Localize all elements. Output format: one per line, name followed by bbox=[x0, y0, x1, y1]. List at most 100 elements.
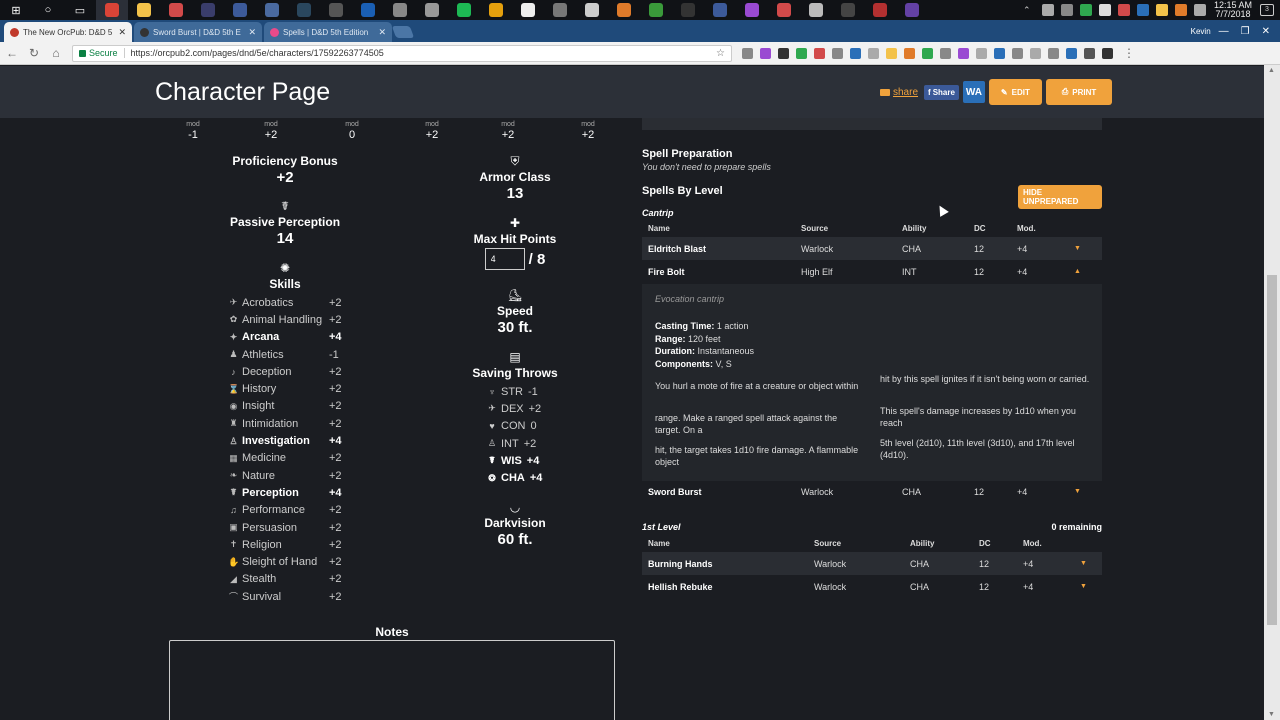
app-icon-19[interactable] bbox=[576, 0, 608, 20]
cortana-icon[interactable]: ○ bbox=[32, 0, 64, 20]
app-icon-11[interactable] bbox=[320, 0, 352, 20]
app-icon-26[interactable] bbox=[800, 0, 832, 20]
file-explorer-icon[interactable] bbox=[128, 0, 160, 20]
tray-chevron-icon[interactable]: ⌃ bbox=[1023, 4, 1035, 16]
tray-icon-8[interactable] bbox=[1175, 4, 1187, 16]
windows-start-icon[interactable]: ⊞ bbox=[0, 0, 32, 20]
app-icon-25[interactable] bbox=[768, 0, 800, 20]
overwatch-icon[interactable] bbox=[416, 0, 448, 20]
app-icon-13[interactable] bbox=[384, 0, 416, 20]
tab-close-icon[interactable]: ✕ bbox=[248, 27, 256, 38]
spell-row-fire-bolt[interactable]: Fire Bolt High Elf INT 12 +4 ▲ bbox=[642, 260, 1102, 283]
minimize-icon[interactable]: — bbox=[1219, 26, 1229, 37]
url-text[interactable]: https://orcpub2.com/pages/dnd/5e/charact… bbox=[131, 48, 711, 58]
extension-icon-4[interactable] bbox=[796, 47, 807, 59]
world-anvil-button[interactable]: WA bbox=[962, 81, 985, 103]
clock[interactable]: 12:15 AM 7/7/2018 bbox=[1213, 1, 1253, 19]
app-icon-6[interactable] bbox=[160, 0, 192, 20]
extension-icon-18[interactable] bbox=[1048, 47, 1059, 59]
app-icon-21[interactable] bbox=[640, 0, 672, 20]
extension-icon-13[interactable] bbox=[958, 47, 969, 59]
extension-icon-19[interactable] bbox=[1066, 47, 1077, 59]
extension-icon-11[interactable] bbox=[922, 47, 933, 59]
scrollbar-thumb[interactable] bbox=[1267, 275, 1277, 625]
epic-games-icon[interactable] bbox=[832, 0, 864, 20]
browser-tab-2[interactable]: Sword Burst | D&D 5th E ✕ bbox=[134, 22, 262, 42]
extension-icon-17[interactable] bbox=[1030, 47, 1041, 59]
tab-close-icon[interactable]: ✕ bbox=[378, 27, 386, 38]
plex-icon[interactable] bbox=[480, 0, 512, 20]
tray-icon-9[interactable] bbox=[1194, 4, 1206, 16]
spell-row-eldritch-blast[interactable]: Eldritch Blast Warlock CHA 12 +4 ▼ bbox=[642, 237, 1102, 260]
extension-icon-6[interactable] bbox=[832, 47, 843, 59]
chrome-icon[interactable] bbox=[96, 0, 128, 20]
spell-row-hellish-rebuke[interactable]: Hellish Rebuke Warlock CHA 12 +4 ▼ bbox=[642, 575, 1102, 598]
app-icon-7[interactable] bbox=[192, 0, 224, 20]
app-icon-18[interactable] bbox=[544, 0, 576, 20]
app-icon-28[interactable] bbox=[864, 0, 896, 20]
app-icon-24[interactable] bbox=[736, 0, 768, 20]
tray-icon-3[interactable] bbox=[1080, 4, 1092, 16]
chevron-down-icon[interactable]: ▼ bbox=[1074, 488, 1081, 495]
tray-icon-6[interactable] bbox=[1137, 4, 1149, 16]
edit-button[interactable]: ✎ EDIT bbox=[988, 79, 1042, 105]
spell-row-sword-burst[interactable]: Sword Burst Warlock CHA 12 +4 ▼ bbox=[642, 480, 1102, 503]
close-window-icon[interactable]: ✕ bbox=[1262, 26, 1270, 37]
new-tab-button[interactable] bbox=[391, 26, 415, 38]
app-icon-23[interactable] bbox=[704, 0, 736, 20]
home-icon[interactable]: ⌂ bbox=[50, 46, 62, 60]
facebook-share-button[interactable]: f Share bbox=[924, 84, 959, 100]
browser-tab-3[interactable]: Spells | D&D 5th Edition ✕ bbox=[264, 22, 392, 42]
extension-icon-12[interactable] bbox=[940, 47, 951, 59]
scroll-down-icon[interactable]: ▼ bbox=[1268, 711, 1275, 718]
tray-icon-4[interactable] bbox=[1099, 4, 1111, 16]
extension-icon-20[interactable] bbox=[1084, 47, 1095, 59]
app-icon-22[interactable] bbox=[672, 0, 704, 20]
current-hit-points-input[interactable] bbox=[484, 248, 525, 270]
notes-textarea[interactable] bbox=[169, 640, 615, 720]
maximize-icon[interactable]: ❐ bbox=[1241, 26, 1250, 37]
tab-close-icon[interactable]: ✕ bbox=[118, 27, 126, 38]
scroll-up-icon[interactable]: ▲ bbox=[1268, 67, 1275, 74]
steam-icon[interactable] bbox=[288, 0, 320, 20]
app-icon-8[interactable] bbox=[224, 0, 256, 20]
address-bar[interactable]: Secure https://orcpub2.com/pages/dnd/5e/… bbox=[72, 44, 732, 62]
page-scrollbar[interactable]: ▲ ▼ bbox=[1264, 65, 1280, 720]
spotify-icon[interactable] bbox=[448, 0, 480, 20]
share-link[interactable]: share bbox=[880, 87, 918, 98]
extension-icon-2[interactable] bbox=[760, 47, 771, 59]
chevron-down-icon[interactable]: ▼ bbox=[1080, 583, 1087, 590]
extension-icon-5[interactable] bbox=[814, 47, 825, 59]
extension-icon-14[interactable] bbox=[976, 47, 987, 59]
tray-icon-7[interactable] bbox=[1156, 4, 1168, 16]
extension-icon-21[interactable] bbox=[1102, 47, 1113, 59]
tray-icon-2[interactable] bbox=[1061, 4, 1073, 16]
app-icon-20[interactable] bbox=[608, 0, 640, 20]
extension-icon-15[interactable] bbox=[994, 47, 1005, 59]
browser-tab-1[interactable]: The New OrcPub: D&D 5 ✕ bbox=[4, 22, 132, 42]
back-icon[interactable]: ← bbox=[6, 46, 18, 60]
extension-icon-9[interactable] bbox=[886, 47, 897, 59]
notification-center-icon[interactable]: 3 bbox=[1260, 4, 1274, 16]
app-icon-17[interactable] bbox=[512, 0, 544, 20]
tray-icon-1[interactable] bbox=[1042, 4, 1054, 16]
bookmark-star-icon[interactable]: ☆ bbox=[716, 48, 725, 59]
twitch-icon[interactable] bbox=[896, 0, 928, 20]
extension-icon-1[interactable] bbox=[742, 47, 753, 59]
extension-icon-10[interactable] bbox=[904, 47, 915, 59]
print-button[interactable]: ⎙ PRINT bbox=[1045, 79, 1113, 105]
profile-name[interactable]: Kevin bbox=[1183, 27, 1219, 36]
chevron-down-icon[interactable]: ▼ bbox=[1080, 560, 1087, 567]
extension-icon-7[interactable] bbox=[850, 47, 861, 59]
app-icon-9[interactable] bbox=[256, 0, 288, 20]
chevron-down-icon[interactable]: ▼ bbox=[1074, 245, 1081, 252]
chevron-up-icon[interactable]: ▲ bbox=[1074, 268, 1081, 275]
extension-icon-16[interactable] bbox=[1012, 47, 1023, 59]
tray-icon-5[interactable] bbox=[1118, 4, 1130, 16]
hide-unprepared-button[interactable]: HIDE UNPREPARED bbox=[1018, 185, 1102, 209]
task-view-icon[interactable]: ▭ bbox=[64, 0, 96, 20]
secure-indicator[interactable]: Secure bbox=[79, 48, 118, 58]
extension-icon-3[interactable] bbox=[778, 47, 789, 59]
app-icon-12[interactable] bbox=[352, 0, 384, 20]
reload-icon[interactable]: ↻ bbox=[28, 46, 40, 60]
